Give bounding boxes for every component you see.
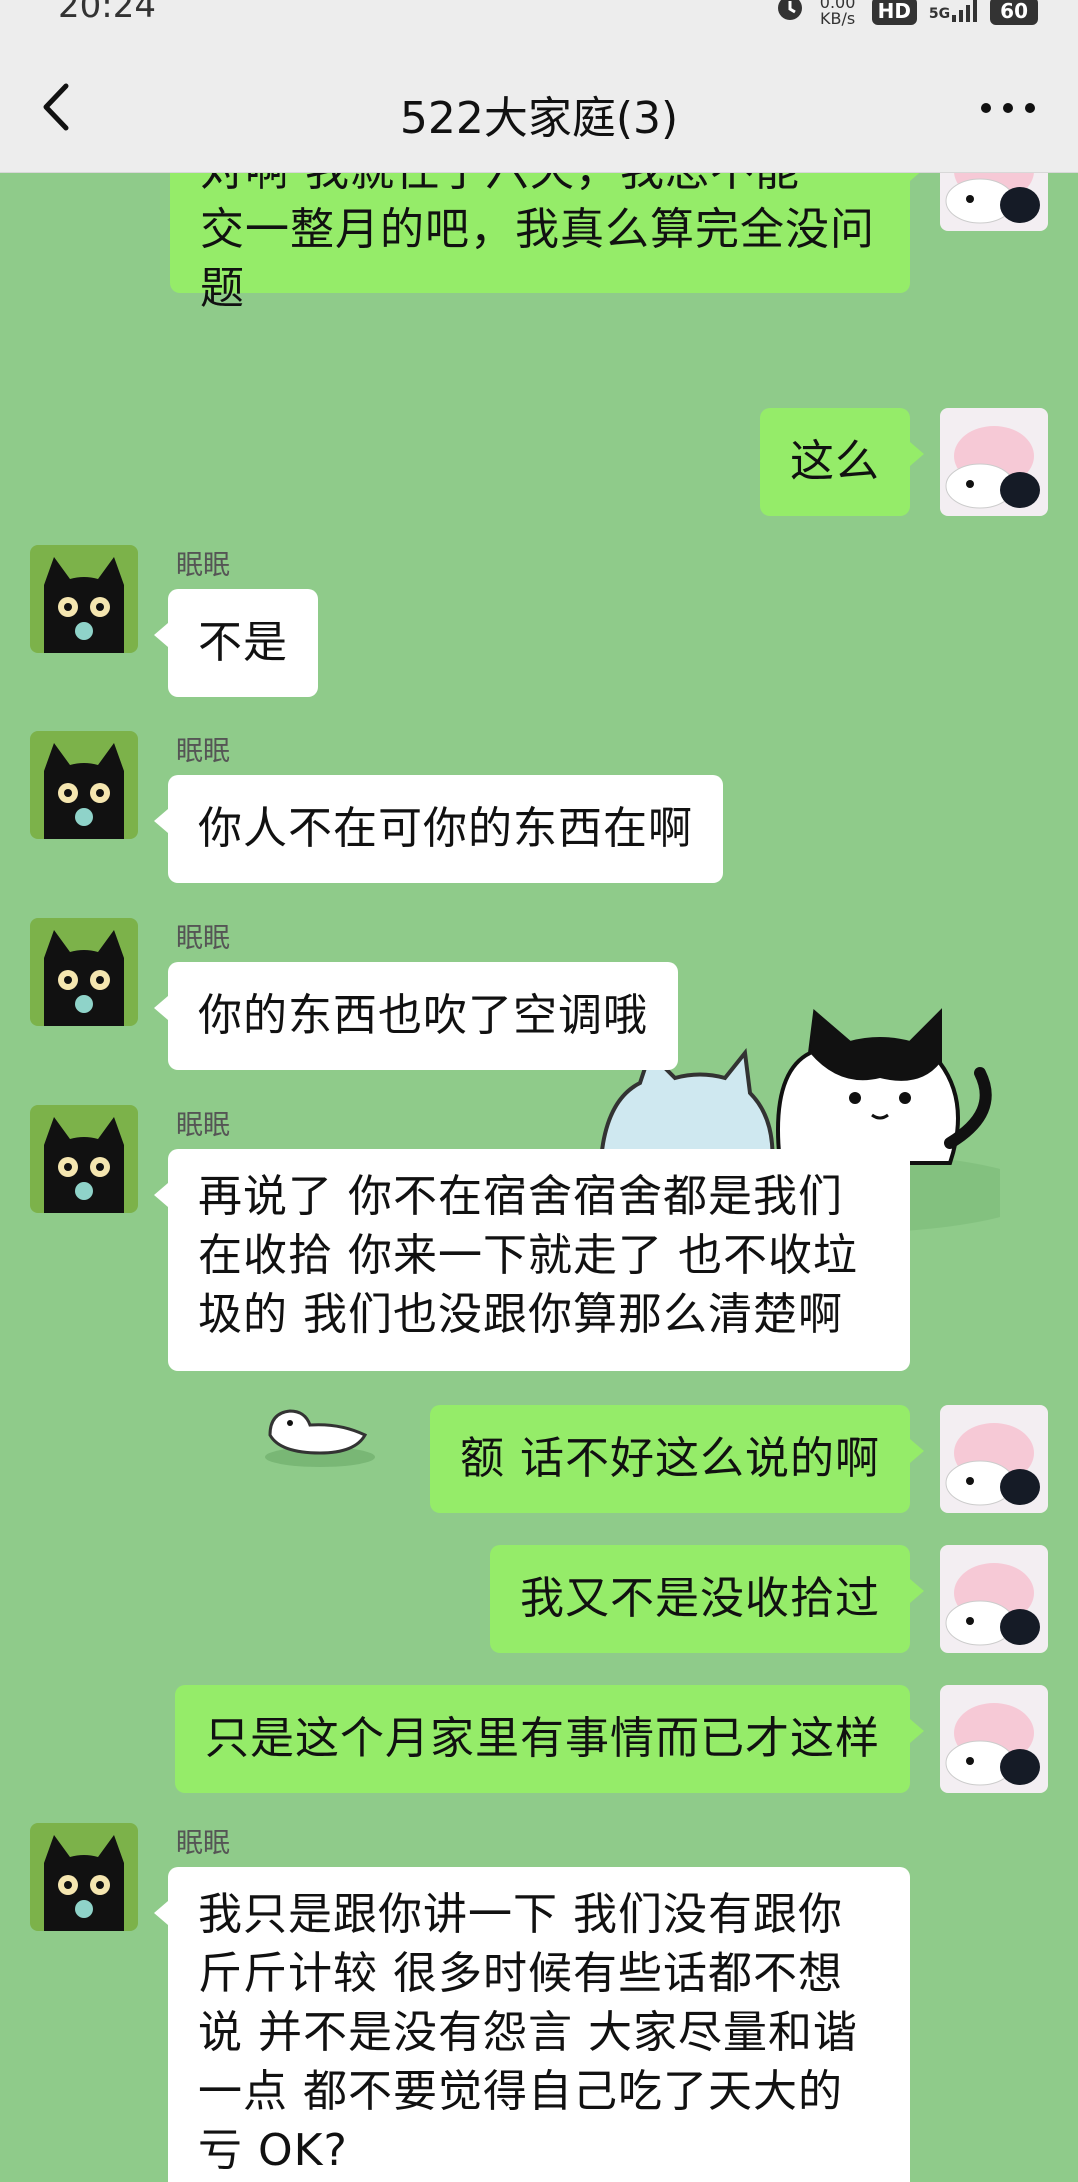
- cow-avatar-icon: [945, 173, 1040, 224]
- message-bubble-outgoing[interactable]: 额 话不好这么说的啊: [430, 1405, 924, 1513]
- message-bubble-incoming[interactable]: 我只是跟你讲一下 我们没有跟你斤斤计较 很多时候有些话都不想说 并不是没有怨言 …: [154, 1867, 910, 2182]
- cow-avatar-icon: [945, 1563, 1040, 1646]
- sender-name: 眠眠: [176, 550, 230, 581]
- chat-header: 522大家庭(3): [0, 40, 1078, 173]
- status-indicators: 0.00 KB/s HD 5G 60: [776, 0, 1038, 27]
- message-bubble-incoming[interactable]: 不是: [154, 589, 318, 697]
- chat-message-area[interactable]: 对啊 我就住了六天，我总不能一交一整月的吧，我真么算完全没问题 这么 眠眠 不是…: [0, 173, 1078, 2182]
- message-row: 眠眠 你人不在可你的东西在啊: [0, 731, 1078, 891]
- black-cat-avatar-icon: [44, 1117, 124, 1213]
- alarm-icon: [776, 0, 804, 27]
- my-avatar[interactable]: [940, 408, 1048, 516]
- my-avatar[interactable]: [940, 1545, 1048, 1653]
- sender-name: 眠眠: [176, 736, 230, 767]
- sender-name: 眠眠: [176, 923, 230, 954]
- message-bubble-outgoing[interactable]: 对啊 我就住了六天，我总不能一交一整月的吧，我真么算完全没问题: [170, 173, 924, 314]
- message-bubble-outgoing[interactable]: 这么: [760, 408, 924, 516]
- sender-avatar[interactable]: [30, 918, 138, 1026]
- cow-avatar-icon: [945, 426, 1040, 509]
- chat-title: 522大家庭(3): [399, 93, 679, 144]
- status-time: 20:24: [58, 0, 156, 26]
- message-row: 我又不是没收拾过: [0, 1545, 1078, 1653]
- my-avatar[interactable]: [940, 1685, 1048, 1793]
- black-cat-avatar-icon: [44, 743, 124, 839]
- sender-avatar[interactable]: [30, 1823, 138, 1931]
- sender-avatar[interactable]: [30, 545, 138, 653]
- net-speed: 0.00 KB/s: [819, 0, 856, 28]
- black-cat-avatar-icon: [44, 1835, 124, 1931]
- sender-avatar[interactable]: [30, 731, 138, 839]
- hd-badge: HD: [871, 0, 917, 25]
- message-row: 眠眠 不是: [0, 545, 1078, 705]
- signal-icon: 5G: [929, 0, 978, 22]
- cow-avatar-icon: [945, 1423, 1040, 1506]
- cow-avatar-icon: [945, 1703, 1040, 1786]
- message-bubble-outgoing[interactable]: 我又不是没收拾过: [490, 1545, 924, 1653]
- message-row: 额 话不好这么说的啊: [0, 1405, 1078, 1513]
- message-bubble-incoming[interactable]: 你人不在可你的东西在啊: [154, 775, 723, 883]
- message-row: 眠眠 再说了 你不在宿舍宿舍都是我们在收拾 你来一下就走了 也不收垃圾的 我们也…: [0, 1105, 1078, 1385]
- black-cat-avatar-icon: [44, 557, 124, 653]
- status-bar: 20:24 0.00 KB/s HD 5G 60: [0, 0, 1078, 40]
- message-row: 这么: [0, 408, 1078, 516]
- message-bubble-incoming[interactable]: 再说了 你不在宿舍宿舍都是我们在收拾 你来一下就走了 也不收垃圾的 我们也没跟你…: [154, 1149, 910, 1371]
- message-bubble-incoming[interactable]: 你的东西也吹了空调哦: [154, 962, 678, 1070]
- message-row: 眠眠 我只是跟你讲一下 我们没有跟你斤斤计较 很多时候有些话都不想说 并不是没有…: [0, 1823, 1078, 2182]
- my-avatar[interactable]: [940, 1405, 1048, 1513]
- my-avatar[interactable]: [940, 173, 1048, 231]
- battery-level: 60: [990, 0, 1038, 25]
- message-row: 对啊 我就住了六天，我总不能一交一整月的吧，我真么算完全没问题: [0, 173, 1078, 314]
- more-options-icon[interactable]: [978, 102, 1038, 114]
- sender-name: 眠眠: [176, 1828, 230, 1859]
- sender-name: 眠眠: [176, 1110, 230, 1141]
- message-row: 只是这个月家里有事情而已才这样: [0, 1685, 1078, 1793]
- sender-avatar[interactable]: [30, 1105, 138, 1213]
- message-bubble-outgoing[interactable]: 只是这个月家里有事情而已才这样: [175, 1685, 924, 1793]
- network-type: 5G: [928, 5, 951, 22]
- black-cat-avatar-icon: [44, 930, 124, 1026]
- message-row: 眠眠 你的东西也吹了空调哦: [0, 918, 1078, 1078]
